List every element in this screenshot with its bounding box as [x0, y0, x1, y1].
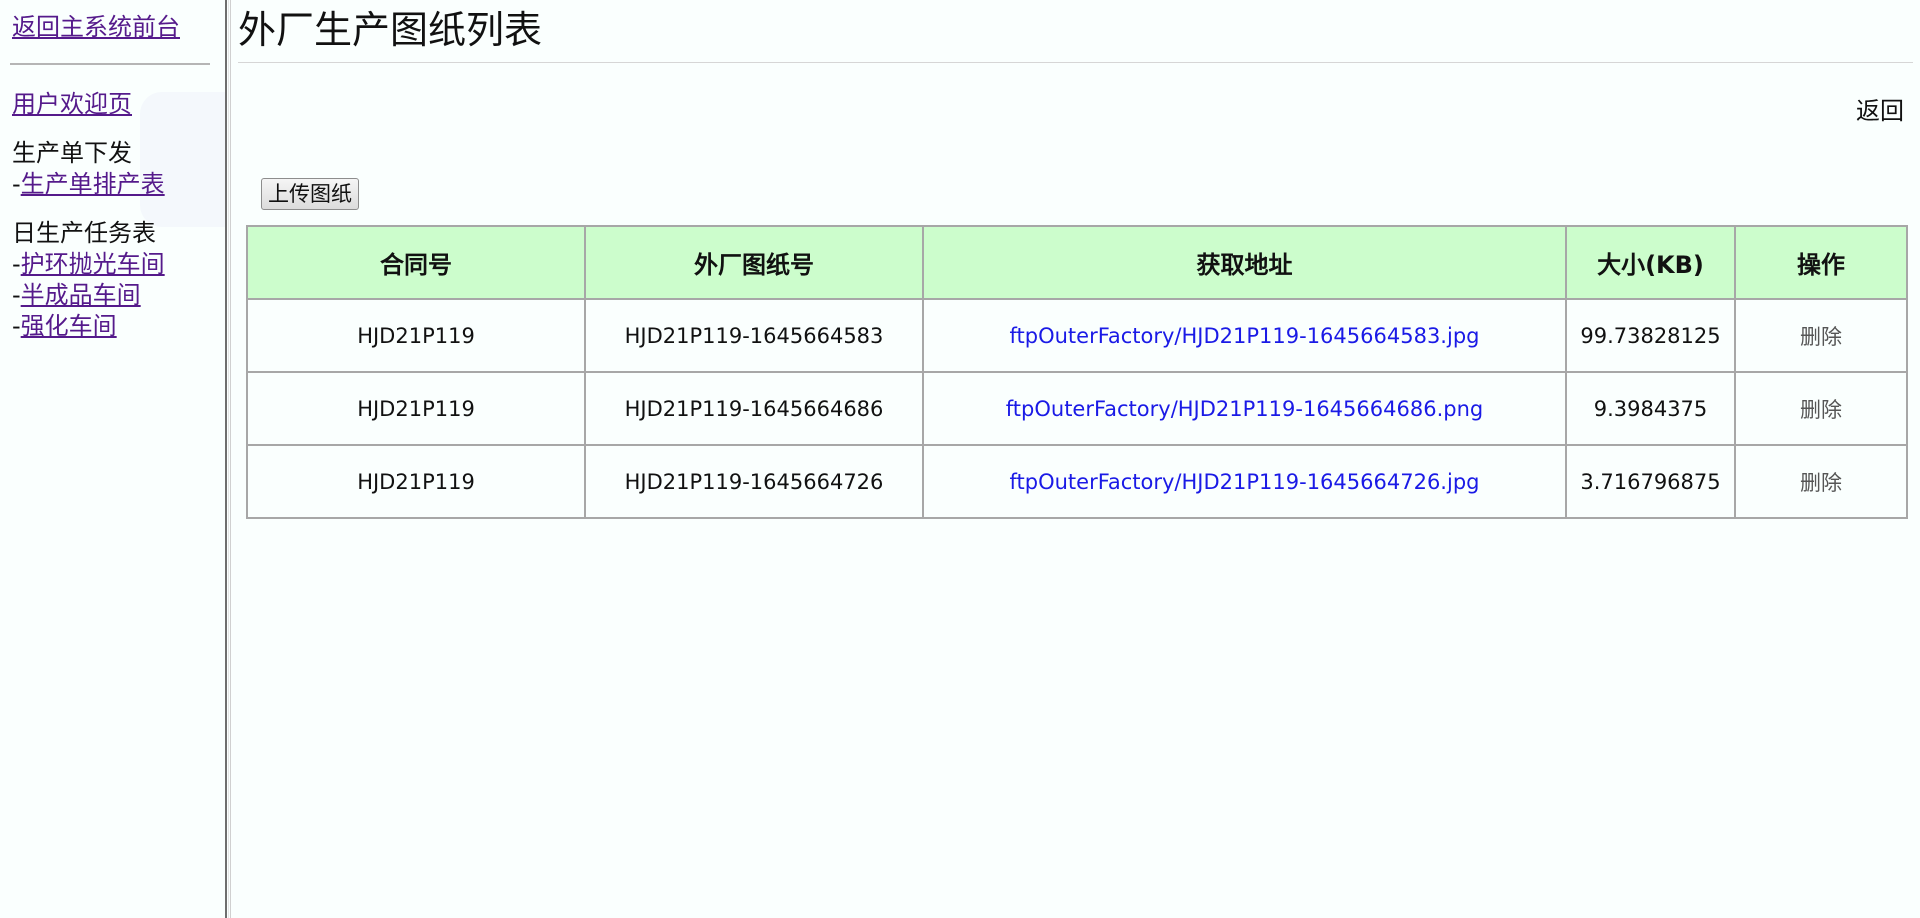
nav-sub-item: -生产单排产表: [12, 169, 212, 200]
nav-group-title: 日生产任务表: [12, 219, 156, 247]
nav-item-prefix: -: [12, 281, 21, 309]
nav-sub-item: -护环抛光车间: [12, 249, 212, 280]
upload-drawing-button[interactable]: 上传图纸: [261, 178, 359, 210]
cell-contract: HJD21P119: [246, 298, 586, 373]
table-body: HJD21P119 HJD21P119-1645664583 ftpOuterF…: [246, 298, 1908, 519]
nav-item-prefix: -: [12, 170, 21, 198]
delete-button[interactable]: 删除: [1800, 398, 1842, 422]
cell-action: 删除: [1734, 298, 1908, 373]
cell-url: ftpOuterFactory/HJD21P119-1645664583.jpg: [922, 298, 1567, 373]
sidebar-item-semi-finished-workshop[interactable]: 半成品车间: [21, 281, 141, 309]
column-header-size: 大小(KB): [1565, 225, 1736, 300]
cell-size: 9.3984375: [1565, 371, 1736, 446]
cell-drawing-no: HJD21P119-1645664686: [584, 371, 924, 446]
nav-group-title: 生产单下发: [12, 139, 132, 167]
sidebar-item-strengthening-workshop[interactable]: 强化车间: [21, 312, 117, 340]
sidebar-item-schedule[interactable]: 生产单排产表: [21, 170, 165, 198]
delete-button[interactable]: 删除: [1800, 471, 1842, 495]
column-header-url: 获取地址: [922, 225, 1567, 300]
nav-item-prefix: -: [12, 312, 21, 340]
nav-group-production-order: 生产单下发 -生产单排产表: [12, 138, 212, 200]
cell-url: ftpOuterFactory/HJD21P119-1645664726.jpg: [922, 444, 1567, 519]
back-button[interactable]: 返回: [1856, 96, 1904, 126]
nav-group-daily-tasks: 日生产任务表 -护环抛光车间 -半成品车间 -强化车间: [12, 218, 212, 342]
table-header-row: 合同号 外厂图纸号 获取地址 大小(KB) 操作: [246, 225, 1908, 300]
delete-button[interactable]: 删除: [1800, 325, 1842, 349]
table-row: HJD21P119 HJD21P119-1645664726 ftpOuterF…: [246, 444, 1908, 519]
nav-sub-item: -强化车间: [12, 311, 212, 342]
nav-sub-item: -半成品车间: [12, 280, 212, 311]
title-divider: [238, 62, 1913, 63]
drawings-table: 合同号 外厂图纸号 获取地址 大小(KB) 操作 HJD21P119 HJD21…: [246, 225, 1908, 519]
frame-divider-line: [228, 0, 229, 918]
column-header-action: 操作: [1734, 225, 1908, 300]
table-row: HJD21P119 HJD21P119-1645664686 ftpOuterF…: [246, 371, 1908, 446]
sidebar-nav: 返回主系统前台 用户欢迎页 生产单下发 -生产单排产表 日生产任务表 -护环抛光…: [10, 12, 212, 342]
main-content: 外厂生产图纸列表 返回 上传图纸 合同号 外厂图纸号 获取地址 大小(KB) 操…: [231, 0, 1920, 918]
table-header: 合同号 外厂图纸号 获取地址 大小(KB) 操作: [246, 225, 1908, 300]
drawing-file-link[interactable]: ftpOuterFactory/HJD21P119-1645664686.png: [1006, 397, 1483, 421]
cell-action: 删除: [1734, 371, 1908, 446]
nav-item-prefix: -: [12, 250, 21, 278]
cell-url: ftpOuterFactory/HJD21P119-1645664686.png: [922, 371, 1567, 446]
back-to-main-link[interactable]: 返回主系统前台: [12, 12, 212, 43]
cell-contract: HJD21P119: [246, 444, 586, 519]
cell-drawing-no: HJD21P119-1645664583: [584, 298, 924, 373]
cell-action: 删除: [1734, 444, 1908, 519]
sidebar: 返回主系统前台 用户欢迎页 生产单下发 -生产单排产表 日生产任务表 -护环抛光…: [0, 0, 225, 918]
column-header-contract: 合同号: [246, 225, 586, 300]
cell-size: 99.73828125: [1565, 298, 1736, 373]
sidebar-item-polishing-workshop[interactable]: 护环抛光车间: [21, 250, 165, 278]
table-row: HJD21P119 HJD21P119-1645664583 ftpOuterF…: [246, 298, 1908, 373]
cell-drawing-no: HJD21P119-1645664726: [584, 444, 924, 519]
sidebar-divider: [10, 63, 210, 65]
drawing-file-link[interactable]: ftpOuterFactory/HJD21P119-1645664583.jpg: [1010, 324, 1480, 348]
page-title: 外厂生产图纸列表: [238, 8, 543, 52]
welcome-link[interactable]: 用户欢迎页: [12, 90, 132, 118]
cell-size: 3.716796875: [1565, 444, 1736, 519]
app-window: 返回主系统前台 用户欢迎页 生产单下发 -生产单排产表 日生产任务表 -护环抛光…: [0, 0, 1920, 918]
cell-contract: HJD21P119: [246, 371, 586, 446]
drawing-file-link[interactable]: ftpOuterFactory/HJD21P119-1645664726.jpg: [1010, 470, 1480, 494]
column-header-drawing-no: 外厂图纸号: [584, 225, 924, 300]
